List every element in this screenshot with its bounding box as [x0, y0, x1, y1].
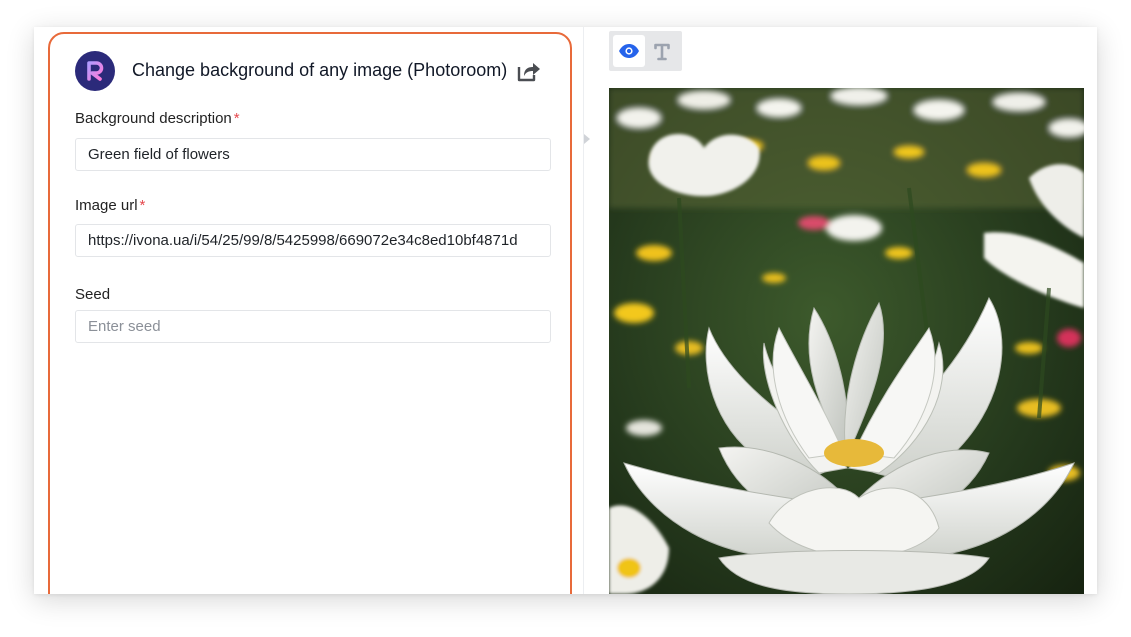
photoroom-logo-icon: [75, 51, 115, 91]
share-icon[interactable]: [516, 59, 542, 83]
app-frame: Change background of any image (Photoroo…: [34, 27, 1097, 594]
result-image: [609, 88, 1084, 594]
image-url-label-text: Image url: [75, 197, 138, 214]
form-panel: Change background of any image (Photoroo…: [48, 32, 572, 594]
seed-label-text: Seed: [75, 286, 111, 303]
required-marker: *: [233, 110, 240, 127]
panel-title: Change background of any image (Photoroo…: [132, 60, 508, 80]
image-url-label: Image url *: [75, 197, 145, 214]
view-toggle: [609, 31, 682, 71]
required-marker: *: [139, 197, 146, 214]
image-url-input[interactable]: [75, 224, 551, 257]
background-description-input[interactable]: [75, 138, 551, 171]
eye-icon: [619, 44, 639, 58]
text-icon: [654, 43, 670, 61]
text-toggle-button[interactable]: [646, 35, 678, 67]
preview-toggle-button[interactable]: [613, 35, 645, 67]
background-description-label: Background description *: [75, 110, 240, 127]
collapse-arrow-icon[interactable]: [584, 134, 590, 144]
seed-label: Seed: [75, 286, 110, 303]
panel-divider: [583, 27, 584, 594]
background-description-label-text: Background description: [75, 110, 232, 127]
seed-input[interactable]: [75, 310, 551, 343]
